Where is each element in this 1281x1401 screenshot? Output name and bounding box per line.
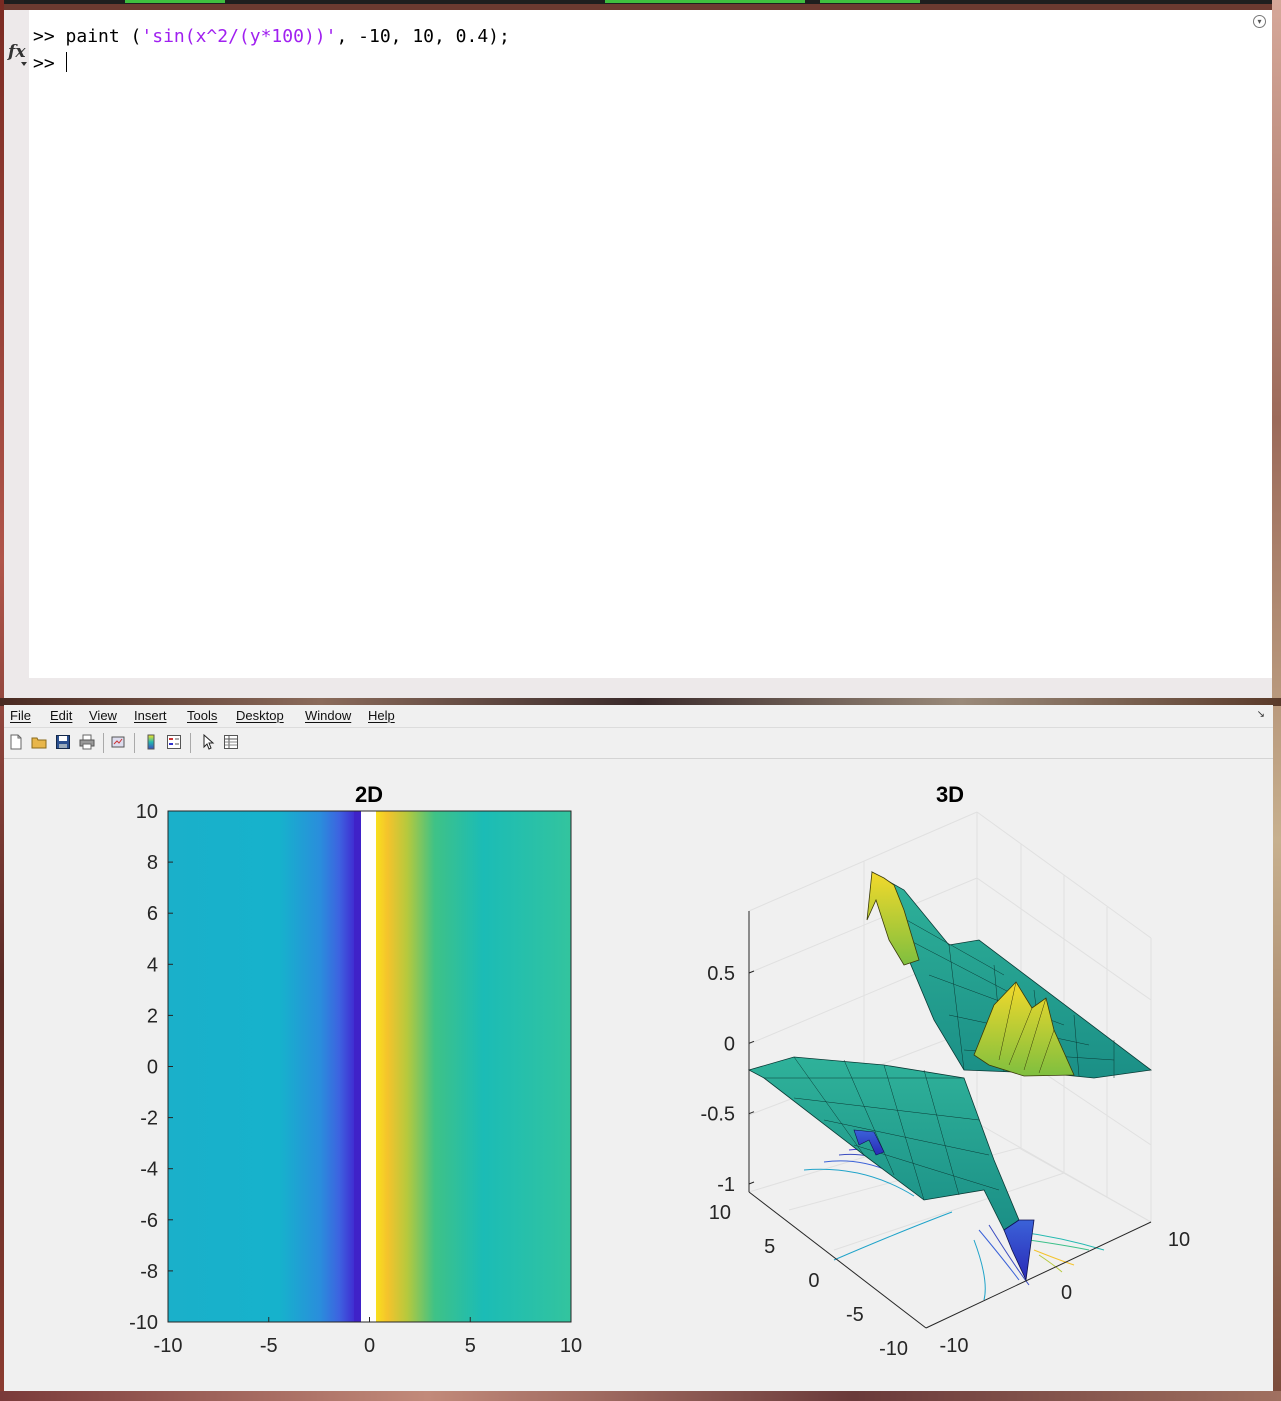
menu-tools[interactable]: Tools — [187, 708, 217, 723]
figure-window[interactable]: File Edit View Insert Tools Desktop Wind… — [4, 705, 1273, 1391]
open-file-icon[interactable] — [31, 734, 47, 750]
heatmap-edge-dark — [354, 811, 361, 1322]
y-tick-label-3d: -5 — [846, 1304, 864, 1326]
x-tick-label: 10 — [560, 1335, 582, 1357]
desktop-top-accent — [605, 0, 805, 3]
legend-icon[interactable] — [166, 734, 182, 750]
x-tick-label: -10 — [154, 1335, 183, 1357]
heatmap-right-region — [376, 811, 571, 1322]
chart-title-3d: 3D — [936, 782, 964, 807]
new-figure-icon[interactable] — [8, 734, 24, 750]
command-input-line[interactable]: >> — [33, 52, 67, 74]
x-tick-label-3d: 0 — [1061, 1282, 1072, 1304]
y-tick-label: 8 — [147, 852, 158, 874]
axes-3d[interactable]: 3D -1-0.500.5 1050-5-10 -10010 — [701, 782, 1191, 1360]
y-tick-labels-3d: 10 5 0 -5 -10 — [709, 1202, 908, 1360]
command-suffix: , -10, 10, 0.4); — [336, 26, 510, 47]
axes-2d[interactable]: 2D -10 -5 0 5 10 -10 -8 -6 -4 -2 0 2 4 6 8 10 — [129, 782, 582, 1357]
x-tick-label: -5 — [260, 1335, 278, 1357]
toolbar-separator — [134, 733, 135, 753]
x-tick-label: 5 — [465, 1335, 476, 1357]
surface-lower — [747, 1056, 1020, 1231]
x-tick-labels-2d: -10 -5 0 5 10 — [154, 1317, 582, 1357]
command-prefix: paint ( — [65, 26, 142, 47]
link-plot-icon[interactable] — [110, 734, 126, 750]
tick-mark — [748, 1181, 755, 1185]
y-tick-label-3d: -10 — [879, 1338, 908, 1360]
prompt: >> — [33, 53, 55, 74]
x-tick-label-3d: -10 — [940, 1335, 969, 1357]
menu-file[interactable]: File — [10, 708, 31, 723]
figure-toolbar — [4, 728, 1273, 759]
menu-window[interactable]: Window — [305, 708, 351, 723]
x-tick-label-3d: 10 — [1168, 1229, 1190, 1251]
collapse-panel-icon[interactable]: ▾ — [1253, 15, 1266, 28]
y-tick-label: -4 — [140, 1159, 158, 1181]
dock-figure-icon[interactable]: ↘ — [1257, 709, 1265, 720]
print-icon[interactable] — [79, 734, 95, 750]
y-tick-label-3d: 0 — [808, 1270, 819, 1292]
z-tick-labels-3d: -1 -0.5 0 0.5 — [701, 963, 755, 1196]
property-inspector-icon[interactable] — [223, 734, 239, 750]
menu-help[interactable]: Help — [368, 708, 395, 723]
desktop-top-accent — [820, 0, 920, 3]
z-tick-label: -0.5 — [701, 1104, 735, 1126]
z-tick-label: 0 — [724, 1033, 735, 1055]
y-tick-label: -10 — [129, 1312, 158, 1334]
y-tick-label: 10 — [136, 801, 158, 823]
command-string-arg: 'sin(x^2/(y*100))' — [141, 26, 337, 47]
command-text-area[interactable] — [29, 10, 1272, 678]
menu-insert[interactable]: Insert — [134, 708, 167, 723]
z-tick-label: 0.5 — [707, 963, 735, 985]
chart-title-2d: 2D — [355, 782, 383, 807]
menu-edit[interactable]: Edit — [50, 708, 72, 723]
z-tick-label: -1 — [717, 1174, 735, 1196]
toolbar-separator — [103, 733, 104, 753]
menu-bar: File Edit View Insert Tools Desktop Wind… — [4, 705, 1273, 728]
desktop-wallpaper-bottom — [0, 1391, 1281, 1401]
prompt: >> — [33, 26, 55, 47]
command-gutter — [4, 10, 29, 698]
y-tick-label-3d: 5 — [764, 1236, 775, 1258]
desktop-top-accent — [125, 0, 225, 3]
y-tick-label: 0 — [147, 1057, 158, 1079]
heatmap-left-region — [168, 811, 354, 1322]
heatmap-blank-band — [361, 811, 376, 1322]
menu-desktop[interactable]: Desktop — [236, 708, 284, 723]
menu-view[interactable]: View — [89, 708, 117, 723]
select-pointer-icon[interactable] — [200, 734, 216, 750]
function-browser-caret-icon[interactable] — [21, 62, 27, 66]
plot-area: 2D -10 -5 0 5 10 -10 -8 -6 -4 -2 0 2 4 6 8 10 3D — [4, 760, 1273, 1391]
text-cursor — [65, 52, 67, 72]
function-browser-icon[interactable]: fx — [8, 42, 25, 62]
figure-canvas: 2D -10 -5 0 5 10 -10-8-6-4-20246810 3D -… — [129, 782, 1191, 1360]
y-tick-label-3d: 10 — [709, 1202, 731, 1224]
y-tick-label: 2 — [147, 1005, 158, 1027]
x-tick-label: 0 — [364, 1335, 375, 1357]
y-tick-label: 4 — [147, 954, 158, 976]
command-window[interactable]: fx >> paint ('sin(x^2/(y*100))', -10, 10… — [4, 10, 1272, 698]
colorbar-icon[interactable] — [143, 734, 159, 750]
y-tick-label: -2 — [140, 1108, 158, 1130]
y-tick-label: 6 — [147, 903, 158, 925]
y-tick-label: -6 — [140, 1210, 158, 1232]
y-tick-label: -8 — [140, 1261, 158, 1283]
command-history-line: >> paint ('sin(x^2/(y*100))', -10, 10, 0… — [33, 26, 510, 47]
save-icon[interactable] — [55, 734, 71, 750]
toolbar-separator — [190, 733, 191, 753]
y-tick-labels-2d: -10 -8 -6 -4 -2 0 2 4 6 8 10 — [129, 801, 173, 1334]
tick-mark — [748, 970, 755, 974]
